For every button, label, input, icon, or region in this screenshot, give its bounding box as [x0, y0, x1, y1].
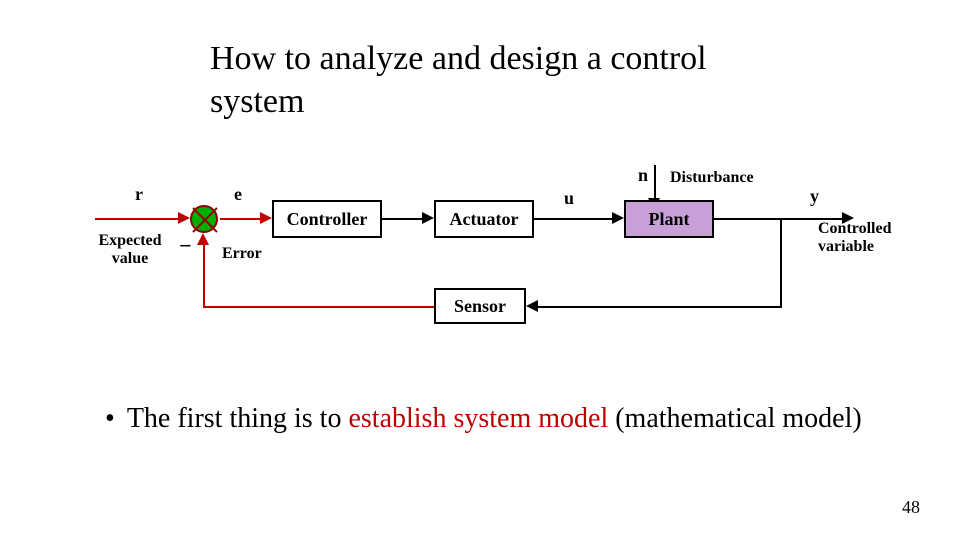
arrow-u-icon: [612, 212, 624, 224]
wire-feedback-left: [203, 306, 434, 308]
bullet-lead: The first thing is to: [127, 403, 349, 434]
wire-feedback-up: [203, 244, 205, 308]
arrow-feedback-up-icon: [197, 233, 209, 245]
wire-r: [95, 218, 180, 220]
summing-junction-icon: [190, 205, 218, 233]
arrow-e-icon: [260, 212, 272, 224]
page-number: 48: [902, 497, 920, 518]
signal-e-label: e: [234, 184, 242, 205]
wire-n: [654, 165, 656, 200]
sensor-block: Sensor: [434, 288, 526, 324]
signal-u-label: u: [564, 188, 574, 209]
control-loop-diagram: r Expected value − e Error Controller Ac…: [0, 0, 960, 540]
signal-y-label: y: [810, 186, 819, 207]
wire-u: [534, 218, 614, 220]
plant-block: Plant: [624, 200, 714, 238]
signal-n-label: n: [638, 165, 648, 186]
signal-r-label: r: [135, 184, 143, 205]
signal-n-desc: Disturbance: [670, 169, 754, 187]
bullet-dot-icon: •: [105, 403, 127, 434]
controller-block: Controller: [272, 200, 382, 238]
wire-e: [220, 218, 262, 220]
bullet-tail: (mathematical model): [608, 403, 861, 434]
summing-minus-label: −: [179, 233, 192, 259]
bullet-text: •The first thing is to establish system …: [105, 400, 865, 438]
signal-r-desc: Expected value: [80, 232, 180, 268]
wire-feedback-down: [780, 218, 782, 308]
bullet-emph: establish system model: [348, 403, 608, 434]
wire-feedback-to-sensor: [537, 306, 782, 308]
wire-ctrl-act: [382, 218, 424, 220]
signal-y-desc: Controlled variable: [818, 220, 938, 256]
slide: How to analyze and design a control syst…: [0, 0, 960, 540]
arrow-r-icon: [178, 212, 190, 224]
arrow-ctrl-act-icon: [422, 212, 434, 224]
signal-error-label: Error: [222, 245, 262, 263]
arrow-feedback-to-sensor-icon: [526, 300, 538, 312]
actuator-block: Actuator: [434, 200, 534, 238]
